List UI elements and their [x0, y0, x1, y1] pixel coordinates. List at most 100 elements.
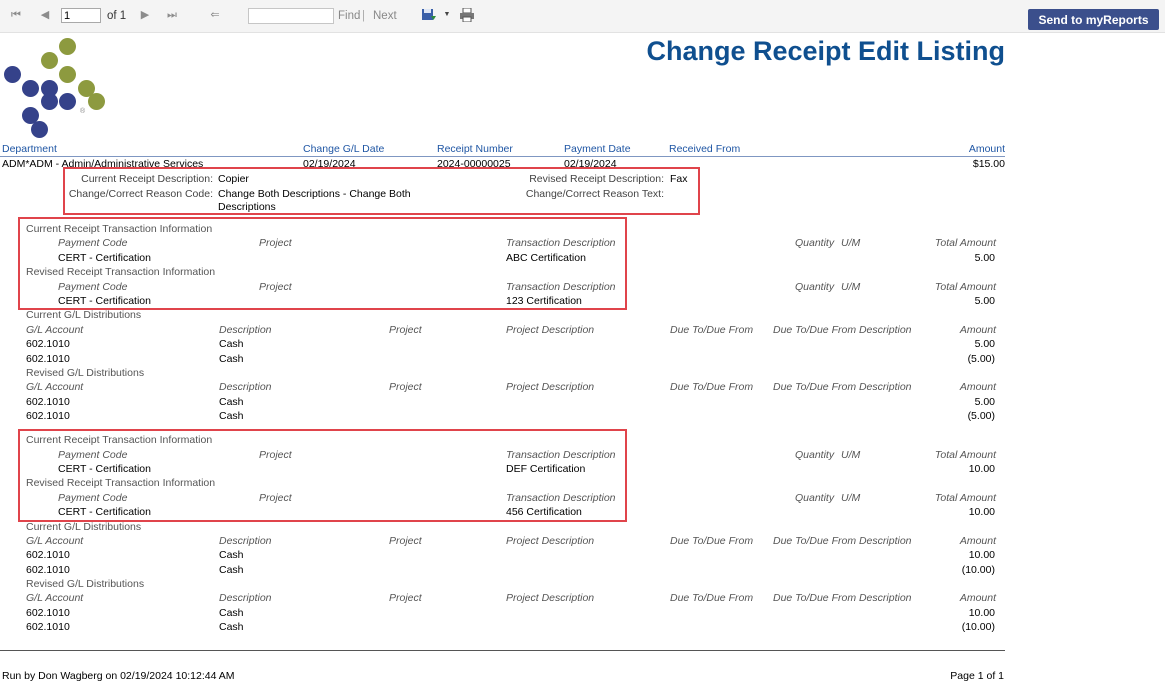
col-amount: Amount — [968, 143, 1005, 155]
gl-account: 602.1010 — [26, 338, 70, 350]
tx-payment-code: CERT - Certification — [58, 295, 151, 307]
revised-gl-heading: Revised G/L Distributions — [26, 578, 145, 590]
gl-header-due-to: Due To/Due From — [670, 535, 754, 547]
tx-header-project: Project — [259, 237, 292, 249]
tx-total: 5.00 — [974, 295, 995, 307]
next-link[interactable]: Next — [373, 10, 397, 22]
gl-header-project-description: Project Description — [506, 535, 595, 547]
gl-header-due-to-description: Due To/Due From Description — [773, 535, 912, 547]
tx-header-total: Total Amount — [934, 237, 996, 249]
gl-account: 602.1010 — [26, 621, 70, 633]
gl-header-account: G/L Account — [26, 535, 84, 547]
gl-description: Cash — [219, 607, 244, 619]
tx-header-quantity: Quantity — [795, 492, 835, 504]
tx-header-payment-code: Payment Code — [58, 449, 128, 461]
gl-amount: (10.00) — [961, 564, 995, 576]
gl-account: 602.1010 — [26, 410, 70, 422]
col-received-from: Received From — [669, 143, 741, 155]
col-payment-date: Payment Date — [564, 143, 631, 155]
tx-header-um: U/M — [841, 449, 861, 461]
gl-header-project-description: Project Description — [506, 592, 595, 604]
gl-header-project: Project — [389, 592, 422, 604]
tx-description: ABC Certification — [506, 252, 586, 264]
report-toolbar: ⏮ ◀ of 1 ▶ ⏭ ⇐ Find | Next ▼ — [0, 0, 1165, 33]
send-to-myreports-button[interactable]: Send to myReports — [1028, 9, 1159, 30]
print-icon[interactable] — [459, 7, 475, 23]
gl-account: 602.1010 — [26, 607, 70, 619]
tx-payment-code: CERT - Certification — [58, 506, 151, 518]
current-gl-heading: Current G/L Distributions — [26, 309, 142, 321]
gl-description: Cash — [219, 353, 244, 365]
tx-total: 10.00 — [968, 463, 995, 475]
current-tx-heading: Current Receipt Transaction Information — [26, 223, 213, 235]
last-page-icon[interactable]: ⏭ — [165, 8, 179, 22]
revised-description-label: Revised Receipt Description: — [529, 173, 664, 185]
tx-header-payment-code: Payment Code — [58, 281, 128, 293]
gl-description: Cash — [219, 338, 244, 350]
tx-payment-code: CERT - Certification — [58, 252, 151, 264]
first-page-icon[interactable]: ⏮ — [9, 8, 23, 22]
tx-header-total: Total Amount — [934, 449, 996, 461]
current-description-label: Current Receipt Description: — [81, 173, 213, 185]
gl-amount: (10.00) — [961, 621, 995, 633]
gl-header-due-to-description: Due To/Due From Description — [773, 592, 912, 604]
tx-header-description: Transaction Description — [506, 492, 616, 504]
tx-description: 456 Certification — [506, 506, 582, 518]
gl-header-description: Description — [219, 535, 272, 547]
gl-header-project: Project — [389, 381, 422, 393]
tx-description: DEF Certification — [506, 463, 586, 475]
tx-total: 10.00 — [968, 506, 995, 518]
reason-code-value: Change Both Descriptions - Change Both — [218, 188, 411, 200]
find-link[interactable]: Find — [338, 10, 360, 22]
gl-header-account: G/L Account — [26, 324, 84, 336]
tx-header-description: Transaction Description — [506, 237, 616, 249]
tx-header-um: U/M — [841, 281, 861, 293]
find-input[interactable] — [248, 8, 334, 24]
page-number-input[interactable] — [61, 8, 101, 23]
back-icon[interactable]: ⇐ — [208, 8, 222, 22]
tx-header-project: Project — [259, 449, 292, 461]
gl-header-project-description: Project Description — [506, 324, 595, 336]
next-page-icon[interactable]: ▶ — [138, 8, 152, 22]
gl-description: Cash — [219, 410, 244, 422]
tx-header-quantity: Quantity — [795, 449, 835, 461]
gl-header-due-to: Due To/Due From — [670, 592, 754, 604]
gl-header-project-description: Project Description — [506, 381, 595, 393]
previous-page-icon[interactable]: ◀ — [38, 8, 52, 22]
reason-code-value-cont: Descriptions — [218, 201, 276, 213]
gl-description: Cash — [219, 549, 244, 561]
tx-header-total: Total Amount — [934, 492, 996, 504]
header-divider — [0, 156, 1005, 157]
gl-header-description: Description — [219, 324, 272, 336]
gl-account: 602.1010 — [26, 564, 70, 576]
run-by-text: Run by Don Wagberg on 02/19/2024 10:12:4… — [2, 670, 235, 682]
gl-amount: 10.00 — [968, 549, 995, 561]
tx-header-payment-code: Payment Code — [58, 492, 128, 504]
tx-header-description: Transaction Description — [506, 449, 616, 461]
current-gl-heading: Current G/L Distributions — [26, 521, 142, 533]
tx-description: 123 Certification — [506, 295, 582, 307]
gl-amount: (5.00) — [967, 410, 995, 422]
gl-header-amount: Amount — [959, 535, 996, 547]
gl-account: 602.1010 — [26, 549, 70, 561]
export-dropdown-icon[interactable]: ▼ — [440, 8, 454, 22]
gl-account: 602.1010 — [26, 353, 70, 365]
export-icon[interactable] — [420, 8, 438, 22]
col-change-gl-date: Change G/L Date — [303, 143, 385, 155]
reason-code-label: Change/Correct Reason Code: — [68, 188, 213, 200]
revised-tx-heading: Revised Receipt Transaction Information — [26, 477, 216, 489]
gl-header-due-to-description: Due To/Due From Description — [773, 381, 912, 393]
gl-header-project: Project — [389, 535, 422, 547]
row-amount: $15.00 — [972, 158, 1005, 170]
current-tx-heading: Current Receipt Transaction Information — [26, 434, 213, 446]
gl-amount: 5.00 — [974, 338, 995, 350]
tx-header-project: Project — [259, 281, 292, 293]
page-indicator: Page 1 of 1 — [950, 670, 1004, 682]
gl-amount: (5.00) — [967, 353, 995, 365]
gl-header-account: G/L Account — [26, 592, 84, 604]
reason-text-label: Change/Correct Reason Text: — [525, 188, 664, 200]
tx-header-um: U/M — [841, 237, 861, 249]
page-count-label: of 1 — [107, 10, 127, 22]
tx-header-um: U/M — [841, 492, 861, 504]
revised-description-value: Fax — [670, 173, 688, 185]
